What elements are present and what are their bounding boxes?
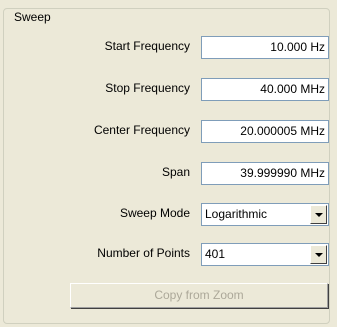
- center-frequency-field[interactable]: 20.000005 MHz: [201, 120, 329, 143]
- chevron-down-icon[interactable]: [310, 245, 327, 264]
- sweep-mode-select[interactable]: Logarithmic: [201, 203, 329, 226]
- number-of-points-value: 401: [205, 247, 226, 261]
- span-label: Span: [161, 165, 190, 179]
- sweep-mode-label: Sweep Mode: [119, 206, 190, 220]
- copy-from-zoom-button[interactable]: Copy from Zoom: [70, 283, 328, 308]
- chevron-down-icon[interactable]: [310, 205, 327, 224]
- stop-frequency-label: Stop Frequency: [105, 81, 190, 95]
- number-of-points-label: Number of Points: [97, 246, 190, 260]
- sweep-mode-value: Logarithmic: [205, 207, 268, 221]
- span-field[interactable]: 39.999990 MHz: [201, 162, 329, 185]
- center-frequency-label: Center Frequency: [93, 123, 190, 137]
- start-frequency-field[interactable]: 10.000 Hz: [201, 36, 329, 59]
- start-frequency-label: Start Frequency: [104, 39, 190, 53]
- sweep-group-title: Sweep: [12, 10, 53, 24]
- number-of-points-select[interactable]: 401: [201, 243, 329, 266]
- stop-frequency-field[interactable]: 40.000 MHz: [201, 78, 329, 101]
